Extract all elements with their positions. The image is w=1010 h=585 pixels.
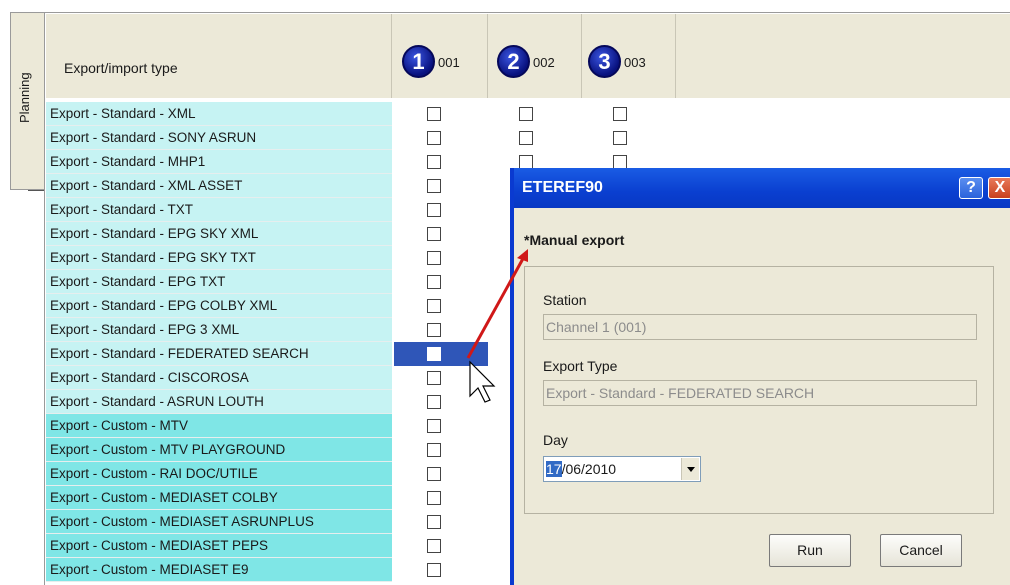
channel-1-checkbox[interactable] bbox=[427, 155, 441, 169]
day-label: Day bbox=[543, 432, 568, 448]
channel-1-checkbox[interactable] bbox=[427, 179, 441, 193]
channel-badge-2: 2 bbox=[497, 45, 530, 78]
row-label: Export - Standard - FEDERATED SEARCH bbox=[46, 342, 392, 366]
row-label: Export - Standard - EPG COLBY XML bbox=[46, 294, 392, 318]
channel-1-checkbox[interactable] bbox=[427, 491, 441, 505]
channel-2-checkbox[interactable] bbox=[519, 131, 533, 145]
channel-badge-1: 1 bbox=[402, 45, 435, 78]
channel-column-header-2[interactable]: 2 002 bbox=[488, 14, 582, 98]
planning-tab-label: Planning bbox=[17, 72, 32, 123]
channel-1-checkbox[interactable] bbox=[427, 347, 441, 361]
channel-1-checkbox[interactable] bbox=[427, 227, 441, 241]
channel-badge-3: 3 bbox=[588, 45, 621, 78]
channel-1-checkbox[interactable] bbox=[427, 395, 441, 409]
station-field[interactable]: Channel 1 (001) bbox=[543, 314, 977, 340]
row-label: Export - Custom - MTV bbox=[46, 414, 392, 438]
side-divider bbox=[28, 190, 44, 191]
grid-top-border bbox=[44, 12, 1010, 13]
channel-3-checkbox[interactable] bbox=[613, 155, 627, 169]
channel-1-checkbox[interactable] bbox=[427, 563, 441, 577]
channel-1-checkbox[interactable] bbox=[427, 107, 441, 121]
chevron-down-icon[interactable] bbox=[681, 458, 699, 480]
channel-3-checkbox[interactable] bbox=[613, 131, 627, 145]
channel-1-checkbox[interactable] bbox=[427, 515, 441, 529]
help-button[interactable]: ? bbox=[959, 177, 983, 199]
channel-1-checkbox[interactable] bbox=[427, 539, 441, 553]
channel-1-checkbox[interactable] bbox=[427, 323, 441, 337]
dialog-titlebar[interactable]: ETEREF90 ? X bbox=[514, 168, 1010, 208]
channel-1-checkbox[interactable] bbox=[427, 251, 441, 265]
row-label: Export - Custom - MEDIASET COLBY bbox=[46, 486, 392, 510]
export-type-label: Export Type bbox=[543, 358, 618, 374]
channel-1-checkbox[interactable] bbox=[427, 467, 441, 481]
channel-column-header-1[interactable]: 1 001 bbox=[392, 14, 488, 98]
station-label: Station bbox=[543, 292, 587, 308]
export-type-field[interactable]: Export - Standard - FEDERATED SEARCH bbox=[543, 380, 977, 406]
channel-3-checkbox[interactable] bbox=[613, 107, 627, 121]
day-rest-part: /06/2010 bbox=[561, 461, 617, 477]
channel-code-3: 003 bbox=[624, 55, 646, 70]
table-row[interactable]: Export - Standard - SONY ASRUN bbox=[46, 126, 676, 150]
channel-1-checkbox[interactable] bbox=[427, 371, 441, 385]
type-column-header-label: Export/import type bbox=[64, 60, 178, 76]
dialog-heading: *Manual export bbox=[524, 232, 625, 248]
dialog-title: ETEREF90 bbox=[522, 179, 603, 196]
day-selected-part: 17 bbox=[546, 461, 562, 477]
row-label: Export - Standard - EPG TXT bbox=[46, 270, 392, 294]
channel-code-2: 002 bbox=[533, 55, 555, 70]
row-label: Export - Standard - SONY ASRUN bbox=[46, 126, 392, 150]
row-label: Export - Custom - MEDIASET ASRUNPLUS bbox=[46, 510, 392, 534]
header-filler bbox=[676, 14, 1010, 98]
row-label: Export - Standard - ASRUN LOUTH bbox=[46, 390, 392, 414]
row-label: Export - Custom - MTV PLAYGROUND bbox=[46, 438, 392, 462]
row-label: Export - Standard - XML bbox=[46, 102, 392, 126]
channel-1-checkbox[interactable] bbox=[427, 443, 441, 457]
channel-1-checkbox[interactable] bbox=[427, 203, 441, 217]
table-row[interactable]: Export - Standard - XML bbox=[46, 102, 676, 126]
channel-1-checkbox[interactable] bbox=[427, 299, 441, 313]
close-button[interactable]: X bbox=[988, 177, 1010, 199]
row-label: Export - Standard - EPG SKY TXT bbox=[46, 246, 392, 270]
row-label: Export - Standard - EPG SKY XML bbox=[46, 222, 392, 246]
row-label: Export - Standard - XML ASSET bbox=[46, 174, 392, 198]
row-label: Export - Custom - MEDIASET E9 bbox=[46, 558, 392, 582]
row-label: Export - Standard - CISCOROSA bbox=[46, 366, 392, 390]
channel-1-checkbox[interactable] bbox=[427, 131, 441, 145]
channel-2-checkbox[interactable] bbox=[519, 107, 533, 121]
run-button[interactable]: Run bbox=[769, 534, 851, 567]
row-label: Export - Standard - EPG 3 XML bbox=[46, 318, 392, 342]
channel-code-1: 001 bbox=[438, 55, 460, 70]
manual-export-dialog: ETEREF90 ? X *Manual export Station Chan… bbox=[510, 168, 1010, 585]
channel-1-checkbox[interactable] bbox=[427, 275, 441, 289]
row-label: Export - Standard - MHP1 bbox=[46, 150, 392, 174]
grid-left-border bbox=[44, 12, 45, 585]
type-column-header[interactable]: Export/import type bbox=[46, 14, 392, 98]
planning-side-tab[interactable]: Planning bbox=[10, 12, 44, 190]
day-date-picker[interactable]: 17/06/2010 bbox=[543, 456, 701, 482]
channel-1-checkbox[interactable] bbox=[427, 419, 441, 433]
channel-column-header-3[interactable]: 3 003 bbox=[582, 14, 676, 98]
row-label: Export - Custom - RAI DOC/UTILE bbox=[46, 462, 392, 486]
row-label: Export - Custom - MEDIASET PEPS bbox=[46, 534, 392, 558]
row-label: Export - Standard - TXT bbox=[46, 198, 392, 222]
channel-2-checkbox[interactable] bbox=[519, 155, 533, 169]
cancel-button[interactable]: Cancel bbox=[880, 534, 962, 567]
